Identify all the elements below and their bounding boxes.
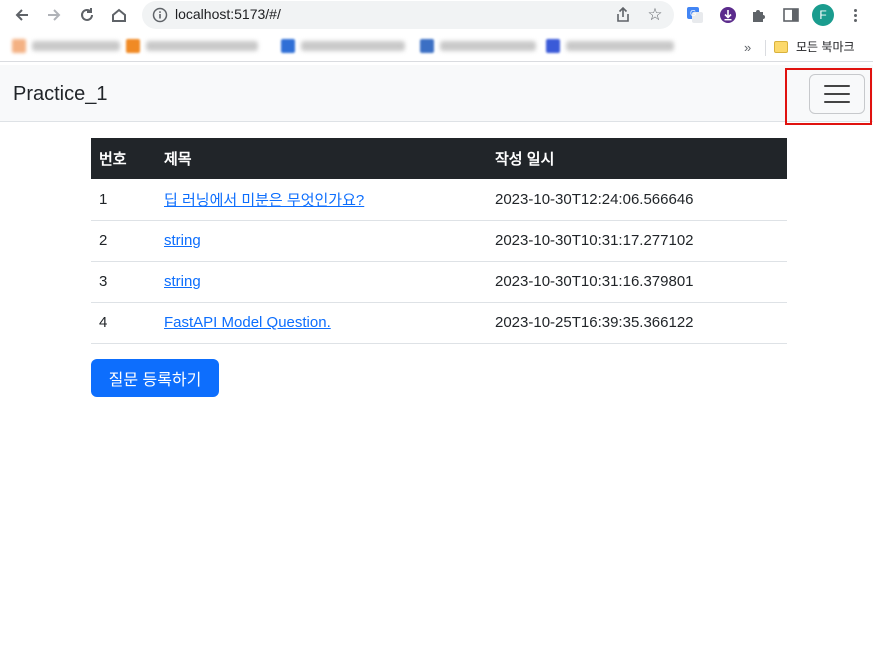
- bookmark-favicon-icon: [546, 39, 560, 53]
- browser-toolbar: localhost:5173/#/ ☆ G F: [0, 0, 873, 32]
- bookmark-item[interactable]: [126, 38, 258, 54]
- download-extension-icon[interactable]: [717, 4, 739, 26]
- bookmark-item[interactable]: [281, 38, 405, 54]
- bookmarks-divider: [765, 40, 766, 56]
- translate-extension-icon[interactable]: G: [684, 4, 706, 26]
- svg-text:G: G: [690, 9, 696, 18]
- arrow-right-icon: [48, 9, 61, 21]
- home-icon: [112, 8, 126, 22]
- forward-button[interactable]: [42, 4, 66, 26]
- table-header-row: 번호 제목 작성 일시: [91, 138, 787, 179]
- reload-button[interactable]: [75, 4, 99, 26]
- bookmark-favicon-icon: [126, 39, 140, 53]
- url-text[interactable]: localhost:5173/#/: [175, 6, 281, 22]
- address-bar[interactable]: localhost:5173/#/ ☆: [142, 1, 674, 29]
- row-date: 2023-10-25T16:39:35.366122: [495, 314, 694, 331]
- table-row: 3 string 2023-10-30T10:31:16.379801: [91, 261, 787, 302]
- header-title: 제목: [164, 151, 192, 168]
- bookmark-favicon-icon: [281, 39, 295, 53]
- bookmark-favicon-icon: [420, 39, 434, 53]
- question-link[interactable]: FastAPI Model Question.: [164, 314, 331, 331]
- hamburger-icon: [824, 85, 850, 87]
- question-link[interactable]: string: [164, 273, 201, 290]
- all-bookmarks-label: 모든 북마크: [796, 40, 855, 54]
- bookmark-favicon-icon: [12, 39, 26, 53]
- row-number: 1: [99, 190, 108, 208]
- create-question-button[interactable]: 질문 등록하기: [91, 359, 219, 397]
- bookmark-star-icon[interactable]: ☆: [645, 5, 665, 25]
- reload-icon: [81, 8, 93, 21]
- row-date: 2023-10-30T10:31:16.379801: [495, 273, 694, 290]
- folder-icon: [774, 40, 788, 53]
- navbar-brand[interactable]: Practice_1: [13, 83, 108, 106]
- all-bookmarks-folder[interactable]: 모든 북마크: [774, 38, 855, 55]
- navbar-toggler-button[interactable]: [809, 74, 865, 114]
- profile-avatar[interactable]: F: [812, 4, 834, 26]
- share-icon[interactable]: [614, 6, 632, 24]
- row-date: 2023-10-30T10:31:17.277102: [495, 232, 694, 249]
- row-number: 3: [99, 273, 108, 290]
- header-created-at: 작성 일시: [495, 151, 555, 168]
- browser-menu-icon[interactable]: [846, 4, 864, 26]
- row-number: 4: [99, 314, 108, 331]
- extensions-puzzle-icon[interactable]: [748, 4, 770, 26]
- row-number: 2: [99, 232, 108, 249]
- question-table: 번호 제목 작성 일시 1 딥 러닝에서 미분은 무엇인가요? 2023-10-…: [91, 138, 787, 344]
- back-button[interactable]: [10, 4, 34, 26]
- table-row: 4 FastAPI Model Question. 2023-10-25T16:…: [91, 302, 787, 343]
- question-link[interactable]: 딥 러닝에서 미분은 무엇인가요?: [164, 192, 364, 209]
- home-button[interactable]: [107, 4, 131, 26]
- bookmarks-bar: » 모든 북마크: [0, 32, 873, 62]
- bookmark-item[interactable]: [12, 38, 120, 54]
- row-date: 2023-10-30T12:24:06.566646: [495, 190, 694, 208]
- table-row: 2 string 2023-10-30T10:31:17.277102: [91, 220, 787, 261]
- table-row: 1 딥 러닝에서 미분은 무엇인가요? 2023-10-30T12:24:06.…: [91, 179, 787, 220]
- bookmark-item[interactable]: [546, 38, 674, 54]
- bookmark-item[interactable]: [420, 38, 536, 54]
- bookmarks-overflow-button[interactable]: »: [744, 40, 751, 55]
- header-number: 번호: [99, 151, 127, 168]
- navbar: Practice_1: [0, 65, 873, 122]
- question-link[interactable]: string: [164, 232, 201, 249]
- arrow-left-icon: [15, 9, 28, 21]
- site-info-icon[interactable]: [152, 7, 168, 23]
- side-panel-icon[interactable]: [780, 4, 802, 26]
